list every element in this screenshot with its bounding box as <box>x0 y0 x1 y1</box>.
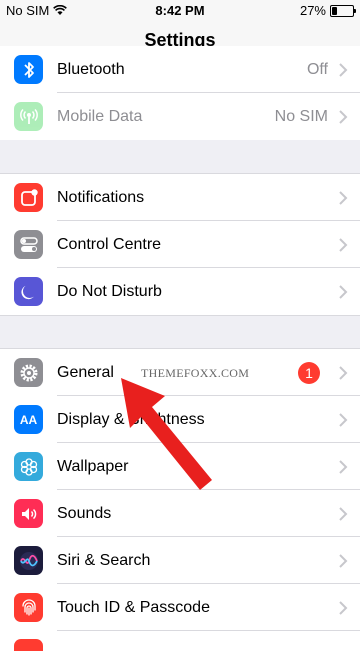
annotation-arrow-icon <box>121 378 212 490</box>
partial-icon <box>14 639 43 651</box>
